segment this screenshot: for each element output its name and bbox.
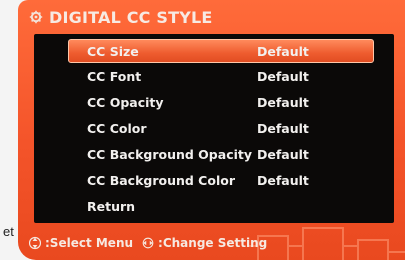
osd-header: DIGITAL CC STYLE — [18, 0, 405, 34]
menu-item-cc-font[interactable]: CC Font Default — [34, 65, 394, 87]
page-title: DIGITAL CC STYLE — [49, 7, 213, 27]
menu-item-label: CC Size — [87, 43, 139, 59]
select-menu-hint: :Select Menu — [45, 236, 134, 250]
settings-icon — [29, 10, 43, 24]
menu-item-cc-background-opacity[interactable]: CC Background Opacity Default — [34, 143, 394, 165]
menu-item-label: CC Background Color — [87, 172, 235, 188]
menu-item-value: Default — [257, 43, 309, 59]
change-setting-hint: :Change Setting — [158, 236, 268, 250]
menu-item-label: CC Color — [87, 120, 147, 136]
menu-item-label: Return — [87, 198, 136, 214]
menu-item-cc-background-color[interactable]: CC Background Color Default — [34, 169, 394, 191]
menu-item-cc-color[interactable]: CC Color Default — [34, 117, 394, 139]
menu-item-value: Default — [257, 120, 309, 136]
menu-item-cc-opacity[interactable]: CC Opacity Default — [34, 91, 394, 113]
left-right-arrows-icon — [141, 235, 155, 251]
menu-item-cc-size[interactable]: CC Size Default — [68, 39, 374, 63]
menu-item-value: Default — [257, 94, 309, 110]
up-down-arrows-icon — [28, 235, 42, 251]
menu-item-return[interactable]: Return — [34, 195, 394, 217]
menu-item-label: CC Opacity — [87, 94, 164, 110]
menu-item-value: Default — [257, 172, 309, 188]
menu-panel: CC Size Default CC Font Default CC Opaci… — [34, 34, 394, 223]
osd-screen: DIGITAL CC STYLE CC Size Default CC Font… — [18, 0, 405, 260]
menu-item-value: Default — [257, 146, 309, 162]
menu-item-label: CC Font — [87, 68, 142, 84]
menu-item-value: Default — [257, 68, 309, 84]
osd-footer: :Select Menu :Change Setting — [28, 232, 405, 254]
menu-item-label: CC Background Opacity — [87, 146, 253, 162]
edge-text: et — [3, 224, 14, 239]
